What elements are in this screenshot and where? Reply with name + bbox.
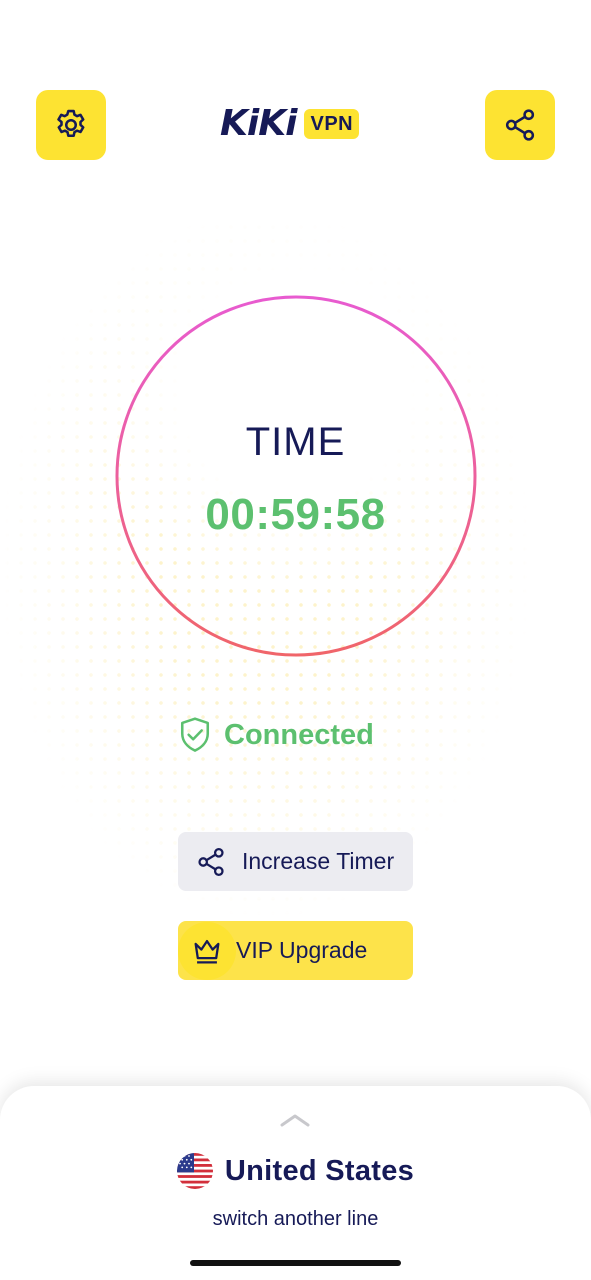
shield-check-icon <box>180 717 210 752</box>
timer-value: 00:59:58 <box>205 490 386 539</box>
app-screen: KiKi VPN TIME 00:59:58 Connected Increas… <box>0 0 591 1280</box>
logo-word: KiKi <box>220 103 297 144</box>
home-indicator[interactable] <box>190 1260 401 1266</box>
crown-icon-badge <box>178 921 236 980</box>
share-icon <box>198 847 224 876</box>
gear-icon <box>57 109 85 138</box>
increase-timer-label: Increase Timer <box>242 848 395 874</box>
selected-country[interactable]: United States <box>0 1150 591 1192</box>
increase-timer-button[interactable]: Increase Timer <box>178 832 413 891</box>
crown-icon <box>194 939 220 963</box>
vip-upgrade-label: VIP Upgrade <box>236 937 368 963</box>
settings-button[interactable] <box>36 90 106 160</box>
status-text: Connected <box>224 718 374 751</box>
switch-line-link[interactable]: switch another line <box>0 1208 591 1231</box>
share-button[interactable] <box>485 90 555 160</box>
vip-upgrade-button[interactable]: VIP Upgrade <box>178 921 413 980</box>
chevron-up-icon[interactable] <box>279 1112 311 1128</box>
country-name: United States <box>224 1154 415 1187</box>
app-logo: KiKi VPN <box>220 103 360 144</box>
timer-ring <box>115 295 477 657</box>
logo-badge: VPN <box>304 109 360 139</box>
connection-status: Connected <box>178 714 374 756</box>
timer-label: TIME <box>245 420 346 464</box>
us-flag-icon <box>176 1153 213 1189</box>
share-icon <box>505 109 535 141</box>
